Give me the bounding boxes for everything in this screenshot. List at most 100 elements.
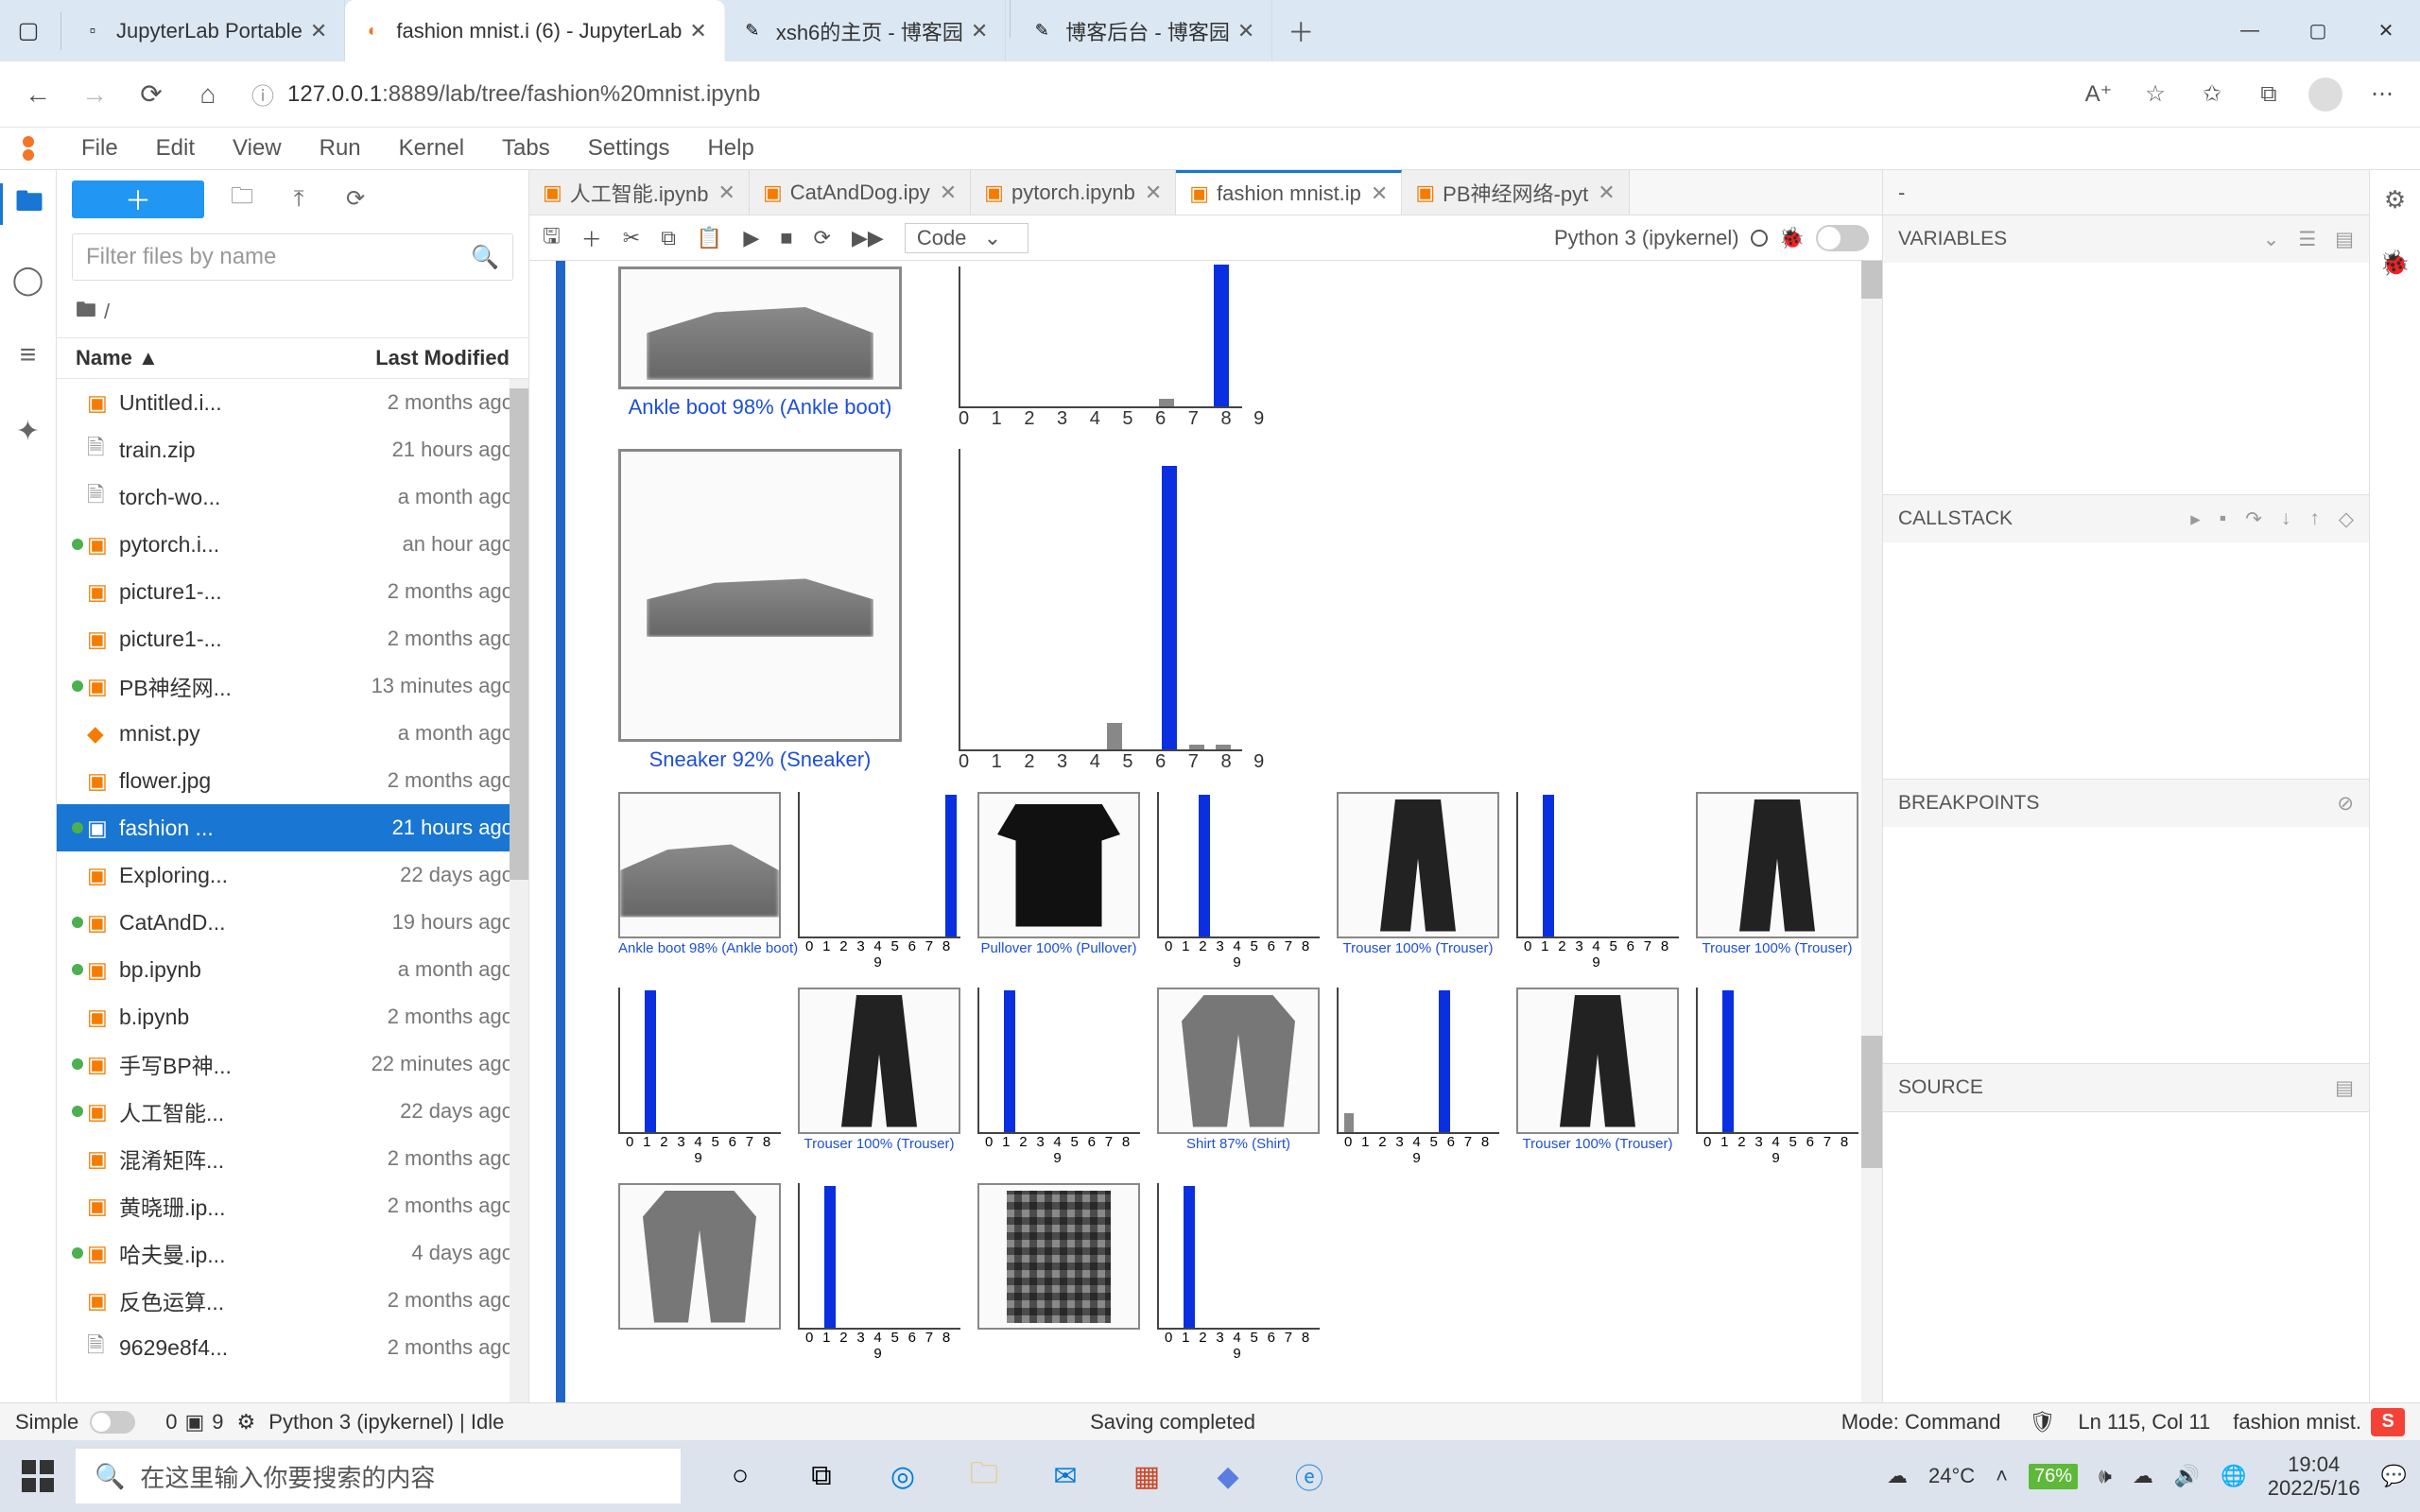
close-icon[interactable]: ✕ xyxy=(940,180,957,205)
table-icon[interactable]: ▤ xyxy=(2335,228,2354,251)
notebook-scrollbar[interactable] xyxy=(1861,261,1882,1402)
source-header[interactable]: SOURCE ▤ xyxy=(1883,1064,2369,1111)
close-icon[interactable]: ✕ xyxy=(310,19,327,43)
tray-expand-icon[interactable]: ˄ xyxy=(1996,1464,2008,1488)
profile-button[interactable] xyxy=(2297,77,2354,112)
close-icon[interactable]: ✕ xyxy=(1145,180,1162,205)
clock[interactable]: 19:04 2022/5/16 xyxy=(2268,1452,2360,1501)
file-row[interactable]: ▣手写BP神...22 minutes ago xyxy=(57,1040,528,1088)
file-row[interactable]: ▣picture1-...2 months ago xyxy=(57,615,528,662)
stop-icon[interactable]: ■ xyxy=(780,226,792,250)
browser-tab-cnblogs-home[interactable]: ✎ xsh6的主页 - 博客园 ✕ xyxy=(725,0,1006,61)
close-window-button[interactable]: ✕ xyxy=(2352,0,2420,61)
network-icon[interactable]: 🕪 xyxy=(2099,1464,2112,1488)
file-row[interactable]: ▣黄晓珊.ip...2 months ago xyxy=(57,1182,528,1229)
collections-icon[interactable]: ⧉ xyxy=(2240,81,2297,108)
status-kernel[interactable]: Python 3 (ipykernel) | Idle xyxy=(268,1410,504,1435)
add-cell-icon[interactable]: ＋ xyxy=(581,223,602,253)
bug-icon[interactable]: 🐞 xyxy=(1779,226,1805,250)
browser-tab-jupyterlab-portable[interactable]: ▫ JupyterLab Portable ✕ xyxy=(65,0,345,61)
file-row[interactable]: ▣fashion ...21 hours ago xyxy=(57,804,528,851)
file-row[interactable]: ▣Untitled.i...2 months ago xyxy=(57,379,528,426)
menu-view[interactable]: View xyxy=(214,135,301,162)
copy-icon[interactable]: ⧉ xyxy=(661,226,676,250)
cut-icon[interactable]: ✂ xyxy=(623,226,640,250)
file-row[interactable]: ▣PB神经网...13 minutes ago xyxy=(57,662,528,710)
site-info-icon[interactable]: ⓘ xyxy=(251,77,274,111)
notification-icon[interactable]: 🛡 xyxy=(2029,1410,2055,1435)
mail-icon[interactable]: ✉ xyxy=(1044,1454,1087,1498)
notebook-output[interactable]: Ankle boot 98% (Ankle boot) 0 1 2 3 4 5 … xyxy=(529,261,1882,1402)
file-row[interactable]: ▣flower.jpg2 months ago xyxy=(57,757,528,804)
app-icon[interactable]: ◆ xyxy=(1206,1454,1250,1498)
taskbar-search[interactable]: 🔍 在这里输入你要搜索的内容 xyxy=(76,1449,681,1503)
column-modified[interactable]: Last Modified xyxy=(375,346,510,370)
refresh-button[interactable]: ⟳ xyxy=(123,61,180,127)
close-icon[interactable]: ✕ xyxy=(971,19,988,43)
filter-input[interactable]: Filter files by name 🔍 xyxy=(72,233,513,281)
callstack-header[interactable]: CALLSTACK ▸ ▪ ↷ ↓ ↑ ◇ xyxy=(1883,495,2369,542)
breakpoints-icon[interactable]: ⊘ xyxy=(2337,792,2354,816)
breadcrumb[interactable]: 🖿 / xyxy=(57,286,528,337)
edge-icon[interactable]: ◎ xyxy=(881,1454,925,1498)
home-button[interactable]: ⌂ xyxy=(180,61,236,127)
browser-tab-fashion-mnist[interactable]: ◐ fashion mnist.i (6) - JupyterLab ✕ xyxy=(345,0,724,61)
menu-run[interactable]: Run xyxy=(301,135,380,162)
file-row[interactable]: 🗎torch-wo...a month ago xyxy=(57,473,528,521)
property-inspector-icon[interactable]: ⚙ xyxy=(2384,185,2406,215)
file-row[interactable]: 🗎9629e8f4...2 months ago xyxy=(57,1324,528,1371)
run-all-icon[interactable]: ▶▶ xyxy=(852,226,884,250)
paste-icon[interactable]: 📋 xyxy=(697,226,722,250)
start-button[interactable] xyxy=(0,1440,76,1512)
file-scrollbar[interactable] xyxy=(510,379,528,1402)
maximize-button[interactable]: ▢ xyxy=(2284,0,2352,61)
extensions-icon[interactable]: ✦ xyxy=(0,410,56,452)
notifications-icon[interactable]: 💬 xyxy=(2381,1464,2407,1488)
file-row[interactable]: ▣混淆矩阵...2 months ago xyxy=(57,1135,528,1182)
file-row[interactable]: 🗎train.zip21 hours ago xyxy=(57,426,528,473)
debug-toggle[interactable] xyxy=(1816,225,1869,251)
run-icon[interactable]: ▶ xyxy=(743,226,759,250)
running-icon[interactable]: ◯ xyxy=(0,259,56,301)
onedrive-icon[interactable]: ☁ xyxy=(2133,1464,2153,1488)
save-icon[interactable]: 🖫 xyxy=(543,220,561,256)
menu-help[interactable]: Help xyxy=(688,135,772,162)
file-row[interactable]: ▣bp.ipynba month ago xyxy=(57,946,528,993)
simple-mode-toggle[interactable] xyxy=(90,1411,135,1434)
file-row[interactable]: ▣CatAndD...19 hours ago xyxy=(57,899,528,946)
file-row[interactable]: ▣人工智能...22 days ago xyxy=(57,1088,528,1135)
volume-icon[interactable]: 🔊 xyxy=(2174,1464,2200,1488)
file-row[interactable]: ▣Exploring...22 days ago xyxy=(57,851,528,899)
continue-icon[interactable]: ▸ xyxy=(2190,507,2201,531)
close-icon[interactable]: ✕ xyxy=(689,19,706,43)
notebook-tab[interactable]: ▣fashion mnist.ip✕ xyxy=(1176,170,1402,215)
terminate-icon[interactable]: ◇ xyxy=(2339,507,2354,531)
explorer-icon[interactable]: 🗀 xyxy=(962,1454,1006,1498)
tree-icon[interactable]: ☰ xyxy=(2298,228,2316,251)
menu-tabs[interactable]: Tabs xyxy=(483,135,569,162)
tab-overview-icon[interactable]: ▢ xyxy=(0,0,57,61)
upload-icon[interactable]: ⤒ xyxy=(280,186,318,213)
notebook-tab[interactable]: ▣pytorch.ipynb✕ xyxy=(971,170,1176,215)
kernel-status-icon[interactable] xyxy=(1751,230,1768,247)
new-folder-icon[interactable]: 🗀 xyxy=(223,180,261,218)
powerpoint-icon[interactable]: ▦ xyxy=(1125,1454,1168,1498)
ie-icon[interactable]: ⓔ xyxy=(1288,1454,1331,1498)
breakpoints-header[interactable]: BREAKPOINTS ⊘ xyxy=(1883,780,2369,827)
minimize-button[interactable]: — xyxy=(2216,0,2284,61)
variables-header[interactable]: VARIABLES ⌄☰▤ xyxy=(1883,215,2369,263)
column-name[interactable]: Name ▲ xyxy=(76,346,375,370)
favorites-bar-icon[interactable]: ✩ xyxy=(2184,80,2240,108)
debugger-icon[interactable]: 🐞 xyxy=(2379,249,2410,278)
filebrowser-icon[interactable]: 🖿 xyxy=(0,183,56,225)
menu-kernel[interactable]: Kernel xyxy=(380,135,483,162)
menu-edit[interactable]: Edit xyxy=(137,135,214,162)
ime-badge[interactable]: S xyxy=(2371,1408,2405,1436)
debugger-tab[interactable]: - xyxy=(1883,170,2369,215)
wifi-icon[interactable]: 🌐 xyxy=(2221,1464,2246,1488)
lsp-icon[interactable]: ⚙ xyxy=(237,1410,256,1435)
more-menu-icon[interactable]: ⋯ xyxy=(2354,80,2411,108)
file-list[interactable]: ▣Untitled.i...2 months ago🗎train.zip21 h… xyxy=(57,379,528,1402)
step-out-icon[interactable]: ↑ xyxy=(2309,507,2320,531)
step-over-icon[interactable]: ↷ xyxy=(2245,507,2262,531)
